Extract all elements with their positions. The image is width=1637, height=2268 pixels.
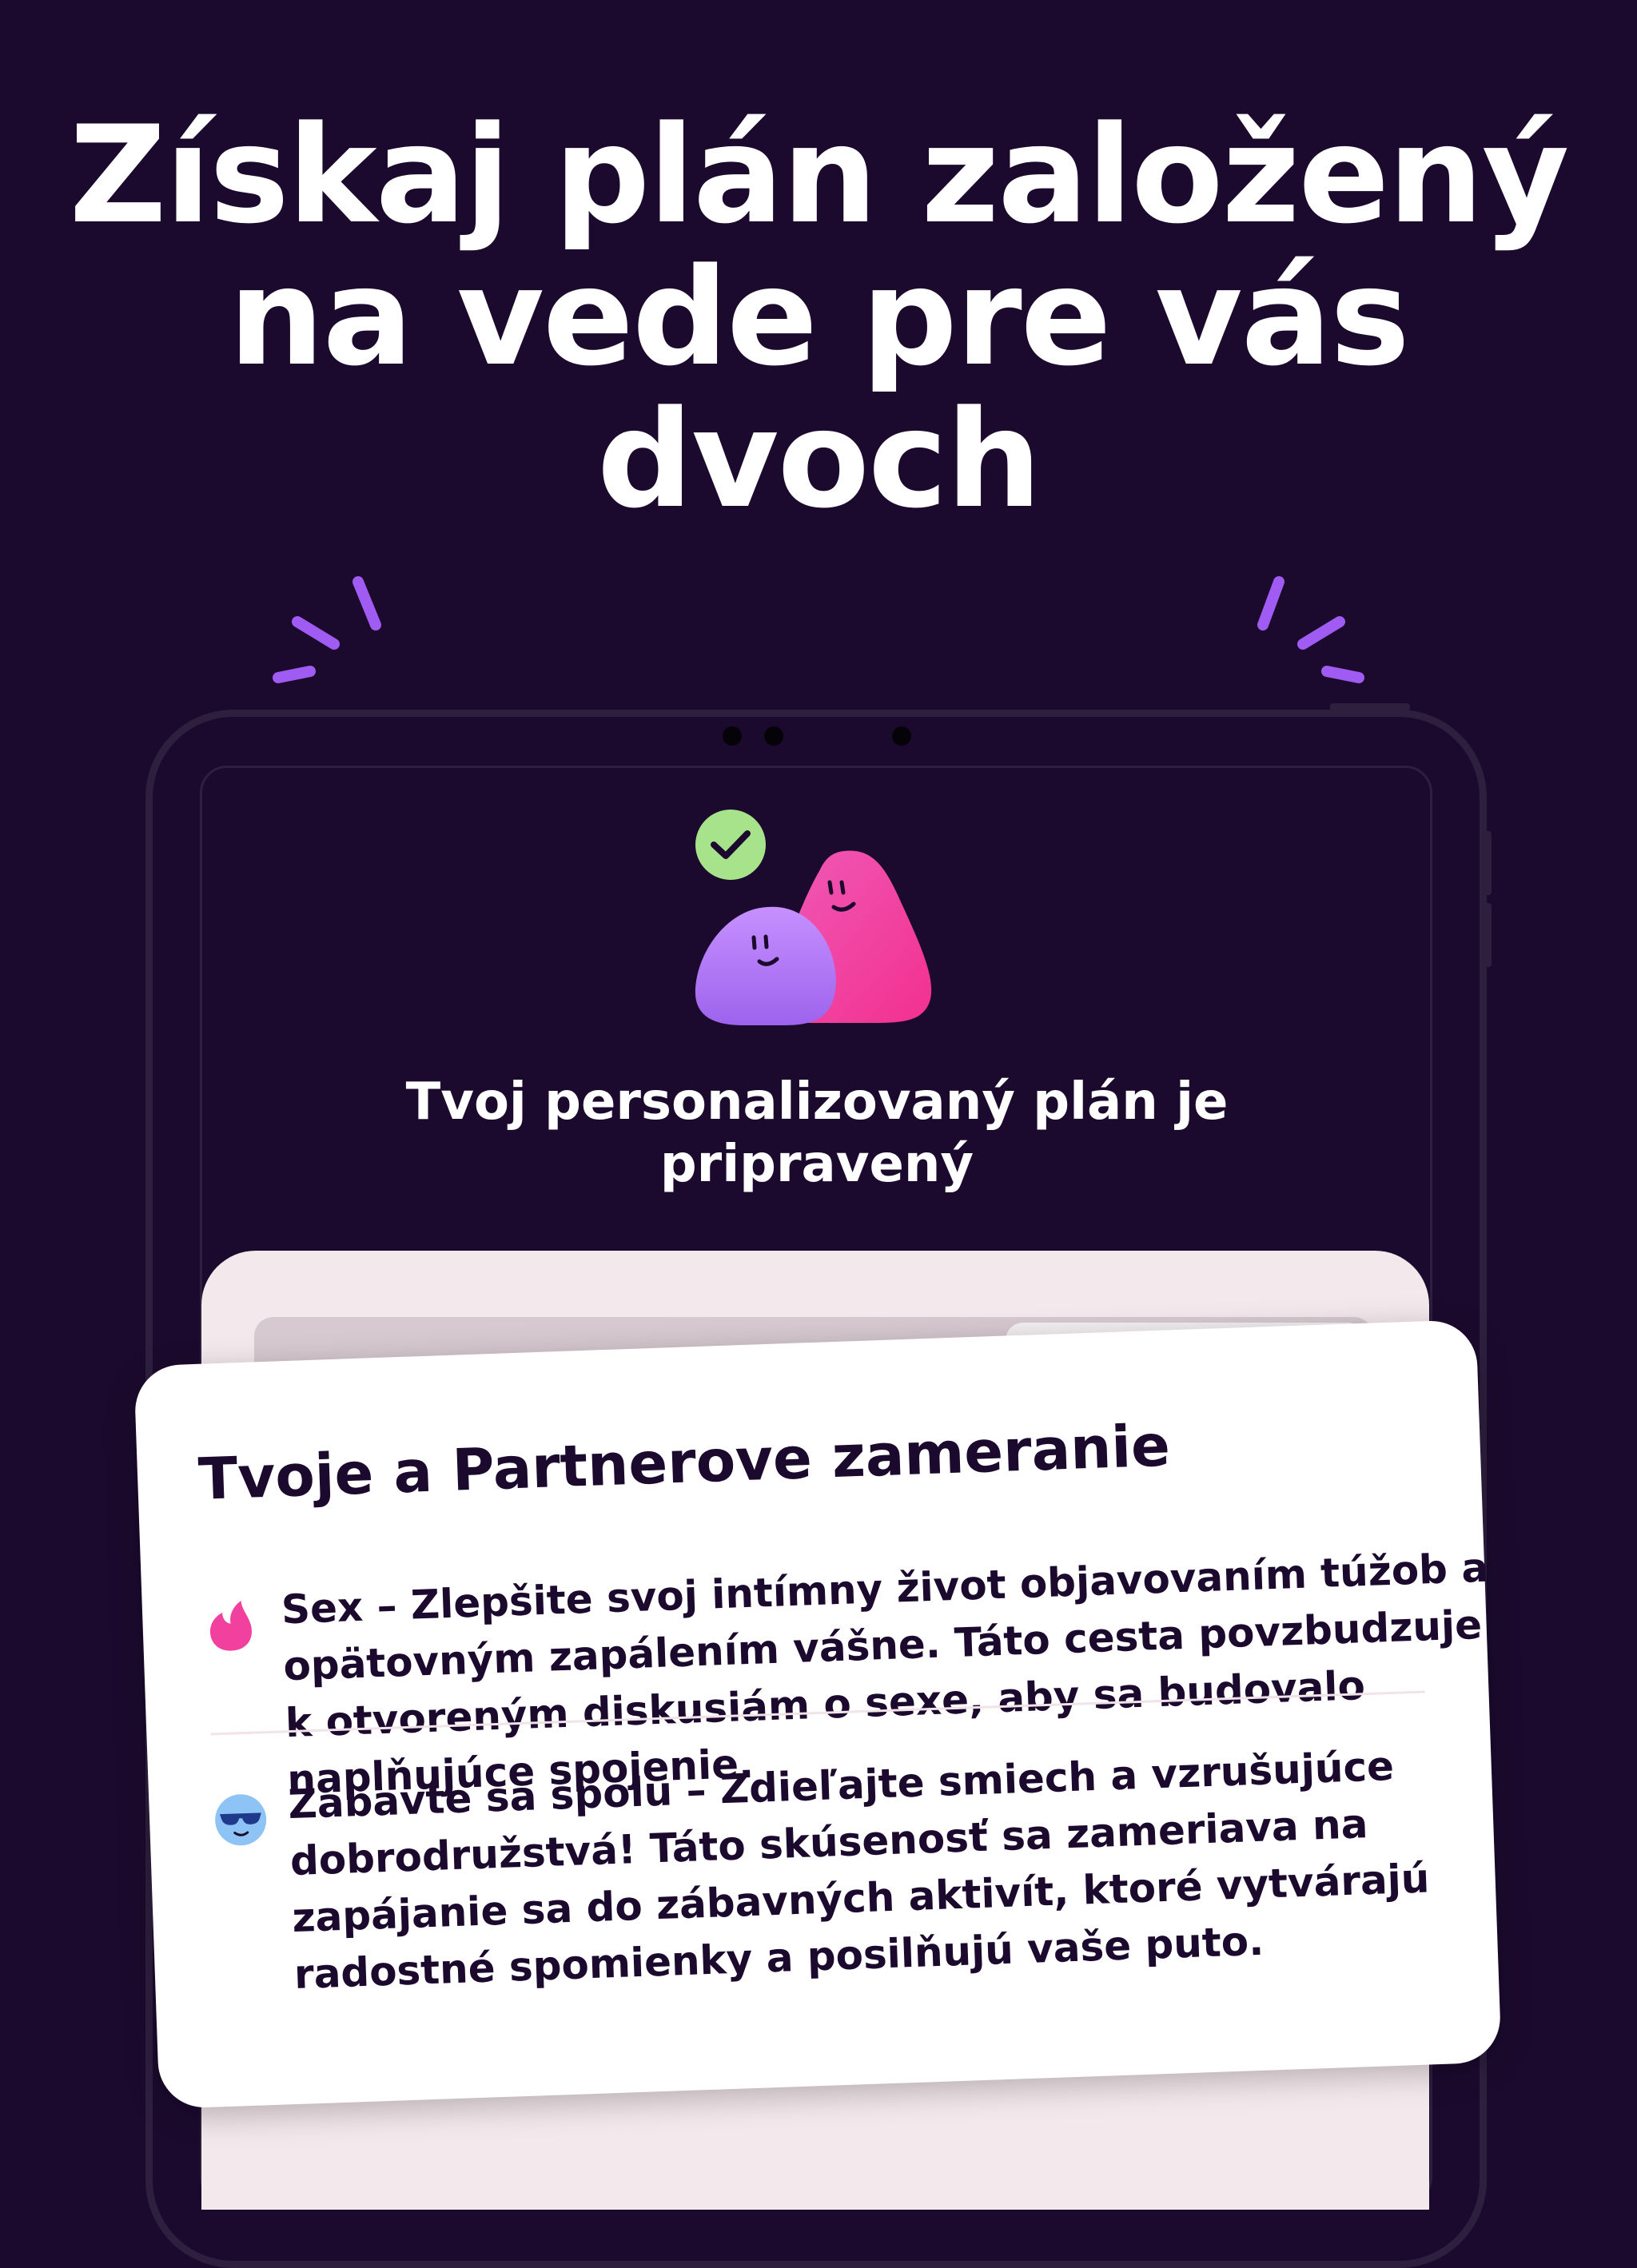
- flame-icon: [209, 1601, 252, 1651]
- camera-dot-1: [723, 726, 742, 746]
- camera-dot-3: [892, 726, 911, 746]
- tablet-volume-down: [1484, 903, 1492, 967]
- focus-card: Tvoje a Partnerove zameranie Sex – Zlepš…: [133, 1319, 1502, 2110]
- tablet-top-button: [1330, 703, 1410, 711]
- plan-ready-title-line-1: Tvoj personalizovaný plán je: [405, 1072, 1229, 1132]
- sparkle-decoration: [273, 576, 1364, 683]
- focus-item-fun-text: Zabavte sa spolu – Zdieľajte smiech a vz…: [287, 1737, 1453, 2003]
- plan-ready-title-line-2: pripravený: [659, 1135, 974, 1194]
- couple-mascot-illustration: [695, 810, 932, 1025]
- sunglasses-face-icon: [215, 1794, 267, 1846]
- camera-dot-2: [764, 726, 783, 746]
- plan-ready-title: Tvoj personalizovaný plán je pripravený: [201, 1071, 1432, 1196]
- check-badge-icon: [695, 810, 766, 880]
- focus-card-title: Tvoje a Partnerove zameranie: [197, 1411, 1172, 1513]
- tablet-volume-up: [1484, 831, 1492, 895]
